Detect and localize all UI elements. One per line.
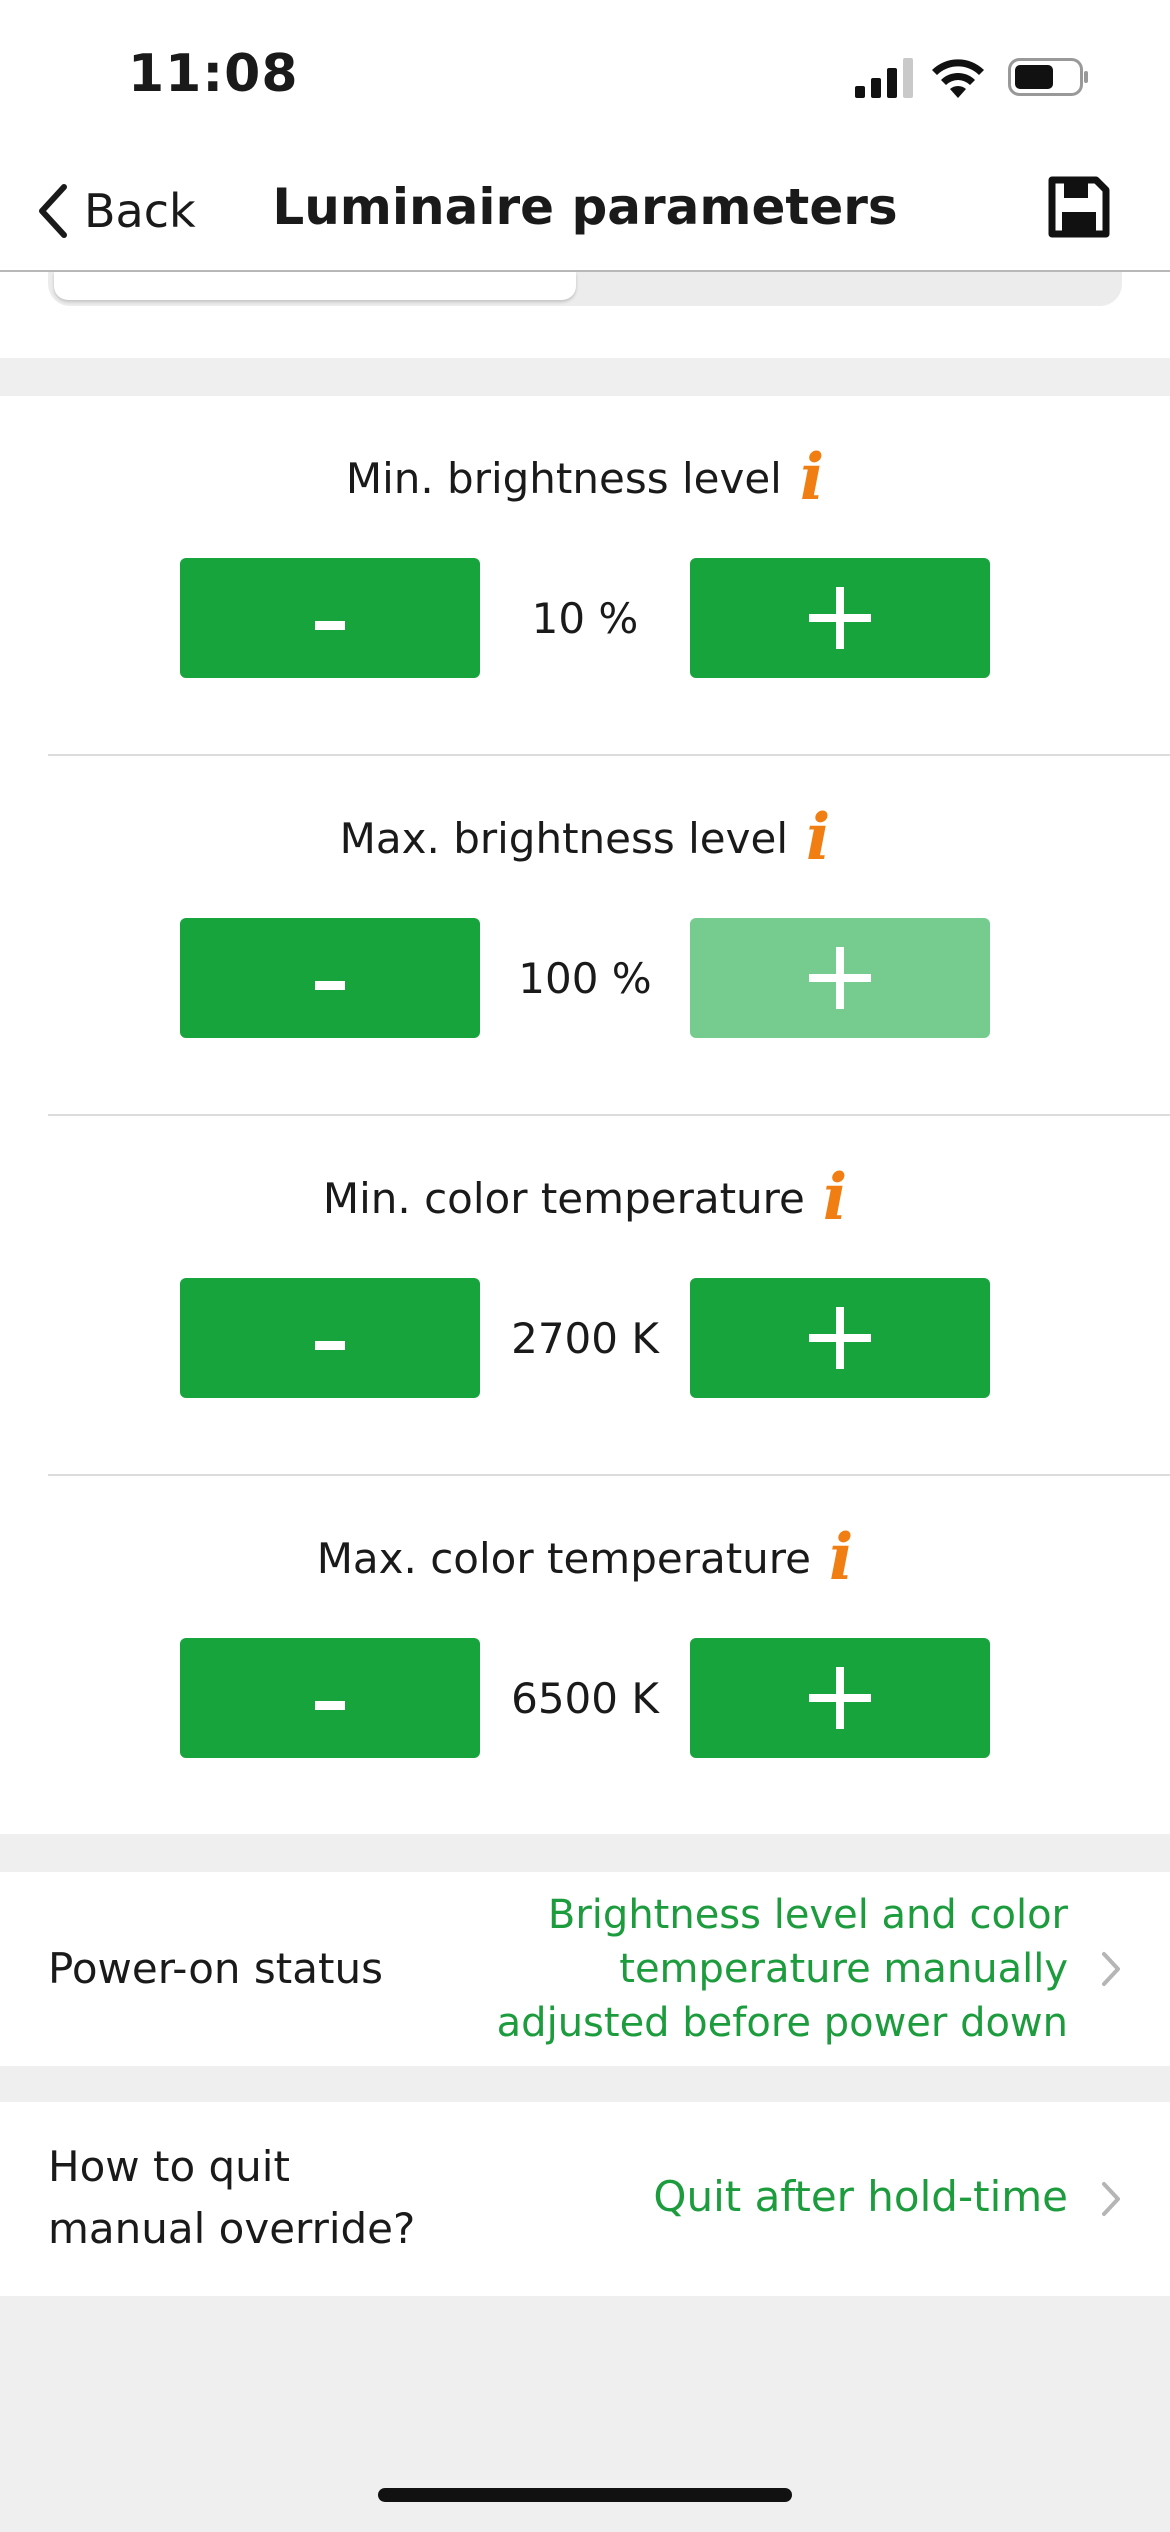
param-label-row: Max. color temperature i — [0, 1526, 1170, 1590]
max-color-temperature-stepper: Max. color temperature i 6500 K — [0, 1476, 1170, 1836]
segmented-control-area — [0, 272, 1170, 358]
chevron-right-icon — [1102, 1952, 1120, 1986]
minus-icon — [315, 980, 345, 990]
quit-override-label-line: How to quit — [48, 2142, 290, 2191]
increase-button[interactable] — [690, 558, 990, 678]
battery-icon — [1008, 58, 1088, 96]
power-on-status-value: Brightness level and color temperature m… — [497, 1888, 1068, 2050]
cellular-signal-icon — [855, 58, 913, 98]
wifi-icon — [932, 59, 984, 98]
param-label: Max. brightness level — [339, 813, 788, 863]
decrease-button[interactable] — [180, 1638, 480, 1758]
power-on-status-value-line: adjusted before power down — [496, 2000, 1068, 2046]
chevron-right-icon — [1102, 2182, 1120, 2216]
param-label-row: Max. brightness level i — [0, 806, 1170, 870]
power-on-status-row[interactable]: Power-on status Brightness level and col… — [0, 1872, 1170, 2066]
info-icon[interactable]: i — [800, 446, 824, 510]
param-label-row: Min. color temperature i — [0, 1166, 1170, 1230]
param-label: Min. color temperature — [322, 1173, 805, 1223]
plus-icon — [809, 1307, 871, 1369]
status-time: 11:08 — [128, 44, 299, 104]
decrease-button[interactable] — [180, 1278, 480, 1398]
info-icon[interactable]: i — [823, 1166, 847, 1230]
plus-icon — [809, 947, 871, 1009]
param-label: Min. brightness level — [345, 453, 782, 503]
power-on-status-label: Power-on status — [48, 1944, 383, 1993]
power-on-status-value-line: temperature manually — [619, 1946, 1068, 1992]
page-title: Luminaire parameters — [272, 178, 898, 236]
param-label-row: Min. brightness level i — [0, 446, 1170, 510]
minus-icon — [315, 1340, 345, 1350]
quit-override-row[interactable]: How to quit manual override? Quit after … — [0, 2102, 1170, 2296]
param-value: 10 % — [531, 593, 639, 643]
power-on-status-value-line: Brightness level and color — [547, 1892, 1068, 1938]
min-color-temperature-stepper: Min. color temperature i 2700 K — [0, 1116, 1170, 1476]
param-value: 100 % — [518, 953, 652, 1003]
minus-icon — [315, 620, 345, 630]
param-value: 2700 K — [511, 1313, 659, 1363]
quit-override-label-line: manual override? — [48, 2204, 416, 2253]
floppy-disk-icon[interactable] — [1048, 176, 1110, 238]
decrease-button[interactable] — [180, 558, 480, 678]
navigation-bar: Back Luminaire parameters — [0, 150, 1170, 272]
quit-override-value: Quit after hold-time — [653, 2172, 1068, 2221]
minus-icon — [315, 1700, 345, 1710]
quit-override-label: How to quit manual override? — [48, 2136, 415, 2260]
min-brightness-stepper: Min. brightness level i 10 % — [0, 396, 1170, 756]
param-label: Max. color temperature — [316, 1533, 811, 1583]
increase-button[interactable] — [690, 1278, 990, 1398]
info-icon[interactable]: i — [829, 1526, 853, 1590]
plus-icon — [809, 1667, 871, 1729]
max-brightness-stepper: Max. brightness level i 100 % — [0, 756, 1170, 1116]
home-indicator[interactable] — [378, 2488, 792, 2502]
increase-button-disabled — [690, 918, 990, 1038]
decrease-button[interactable] — [180, 918, 480, 1038]
param-value: 6500 K — [511, 1673, 659, 1723]
parameter-list: Min. brightness level i 10 % Max. bright… — [0, 396, 1170, 1834]
status-bar: 11:08 — [0, 0, 1170, 150]
increase-button[interactable] — [690, 1638, 990, 1758]
info-icon[interactable]: i — [806, 806, 830, 870]
segmented-control-selected[interactable] — [54, 272, 576, 300]
plus-icon — [809, 587, 871, 649]
